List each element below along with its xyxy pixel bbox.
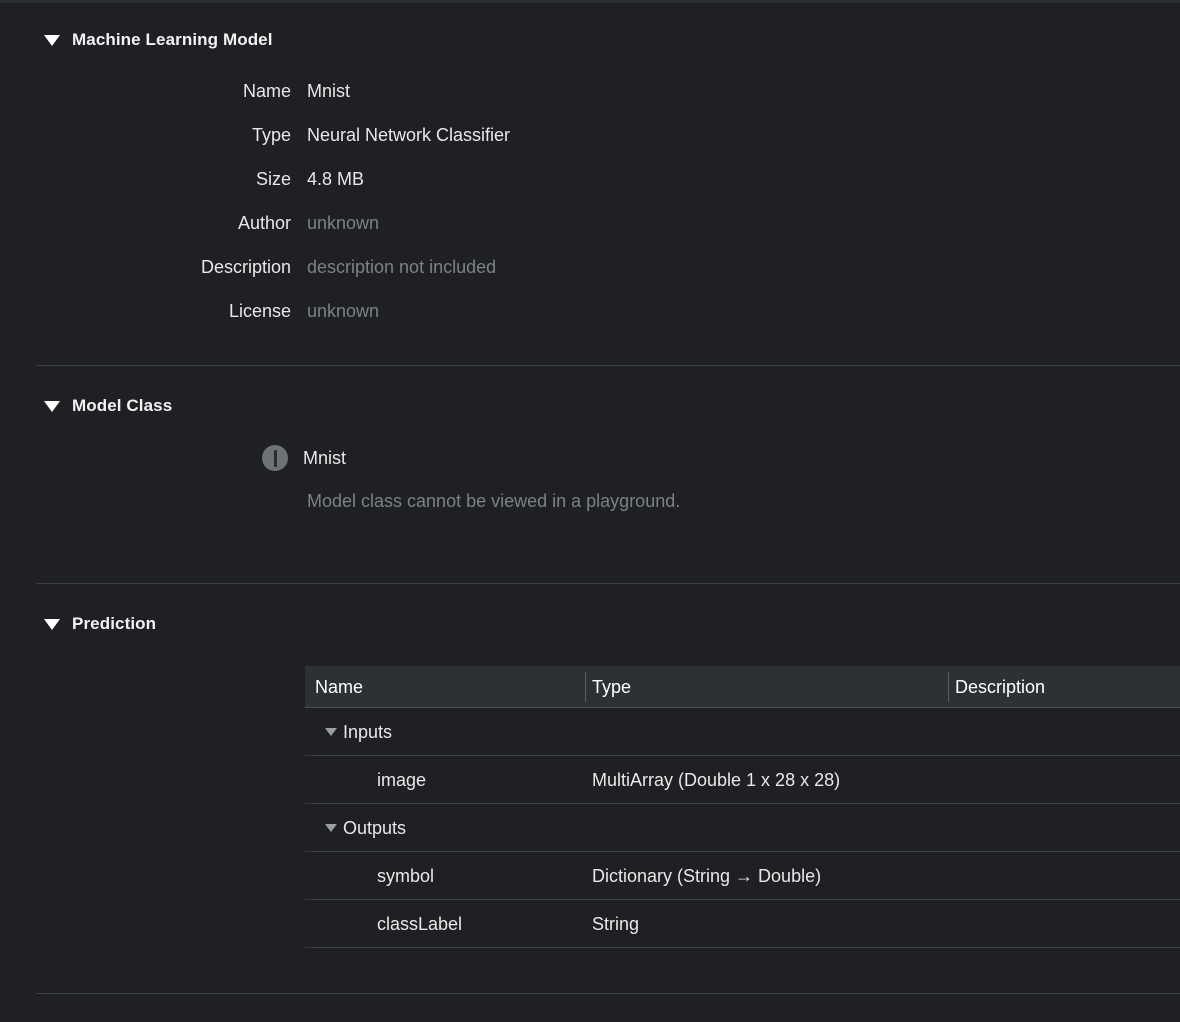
- group-row-inputs[interactable]: Inputs: [325, 708, 392, 756]
- triangle-down-icon[interactable]: [44, 400, 60, 412]
- cell-type: MultiArray (Double 1 x 28 x 28): [592, 769, 841, 790]
- cell-name: classLabel: [377, 913, 463, 934]
- inspector-panel: Machine Learning Model Name Mnist Type N…: [0, 0, 1180, 1022]
- attribute-label-author: Author: [237, 213, 291, 233]
- model-class-name: Mnist: [303, 447, 347, 468]
- section-header-model-class[interactable]: Model Class: [44, 396, 172, 416]
- attribute-value-description: description not included: [307, 257, 497, 277]
- column-header-description[interactable]: Description: [955, 666, 1045, 708]
- attribute-row-name: Name Mnist: [0, 81, 1180, 111]
- section-divider-2: [36, 583, 1180, 584]
- table-row[interactable]: symbol Dictionary (String → Double): [305, 852, 1180, 900]
- attribute-label-name: Name: [242, 81, 291, 101]
- table-body: Inputs image MultiArray (Double 1 x 28 x…: [305, 708, 1180, 948]
- table-row[interactable]: image MultiArray (Double 1 x 28 x 28): [305, 756, 1180, 804]
- attribute-row-description: Description description not included: [0, 257, 1180, 287]
- column-header-type[interactable]: Type: [592, 666, 631, 708]
- triangle-down-icon[interactable]: [44, 34, 60, 46]
- cell-type: Dictionary (String → Double): [592, 865, 822, 886]
- attribute-row-type: Type Neural Network Classifier: [0, 125, 1180, 155]
- attribute-value-name: Mnist: [307, 81, 351, 101]
- attribute-value-size: 4.8 MB: [307, 169, 365, 189]
- table-row[interactable]: Outputs: [305, 804, 1180, 852]
- cell-name: Inputs: [343, 721, 393, 742]
- section-title-model-class: Model Class: [72, 396, 173, 415]
- triangle-down-icon[interactable]: [325, 728, 337, 736]
- triangle-down-icon[interactable]: [325, 824, 337, 832]
- column-separator-1[interactable]: [585, 672, 586, 702]
- warning-exclamation-circle-icon: [262, 445, 288, 471]
- prediction-table: Name Type Description Inputs image Multi…: [305, 666, 1180, 948]
- cell-name: image: [377, 769, 427, 790]
- attribute-value-license: unknown: [307, 301, 380, 321]
- column-separator-2[interactable]: [948, 672, 949, 702]
- attribute-row-license: License unknown: [0, 301, 1180, 331]
- section-title-machine-learning-model: Machine Learning Model: [72, 30, 273, 49]
- section-header-machine-learning-model[interactable]: Machine Learning Model: [44, 30, 273, 50]
- model-class-note: Model class cannot be viewed in a playgr…: [307, 491, 681, 511]
- attribute-value-author: unknown: [307, 213, 380, 233]
- cell-name: symbol: [377, 865, 435, 886]
- table-row[interactable]: Inputs: [305, 708, 1180, 756]
- attribute-value-type: Neural Network Classifier: [307, 125, 511, 145]
- table-header-row: Name Type Description: [305, 666, 1180, 708]
- attribute-label-size: Size: [255, 169, 291, 189]
- attribute-row-author: Author unknown: [0, 213, 1180, 243]
- section-title-prediction: Prediction: [72, 614, 157, 633]
- cell-name: Outputs: [343, 817, 407, 838]
- attribute-row-size: Size 4.8 MB: [0, 169, 1180, 199]
- section-header-prediction[interactable]: Prediction: [44, 614, 156, 634]
- triangle-down-icon[interactable]: [44, 618, 60, 630]
- section-divider-1: [36, 365, 1180, 366]
- attribute-label-type: Type: [251, 125, 291, 145]
- column-header-name[interactable]: Name: [315, 666, 363, 708]
- attribute-label-description: Description: [200, 257, 291, 277]
- window-top-edge: [0, 0, 1180, 3]
- attribute-label-license: License: [228, 301, 291, 321]
- cell-type: String: [592, 913, 640, 934]
- group-row-outputs[interactable]: Outputs: [325, 804, 406, 852]
- model-class-entry[interactable]: Mnist: [262, 445, 346, 471]
- table-row[interactable]: classLabel String: [305, 900, 1180, 948]
- section-divider-3: [36, 993, 1180, 994]
